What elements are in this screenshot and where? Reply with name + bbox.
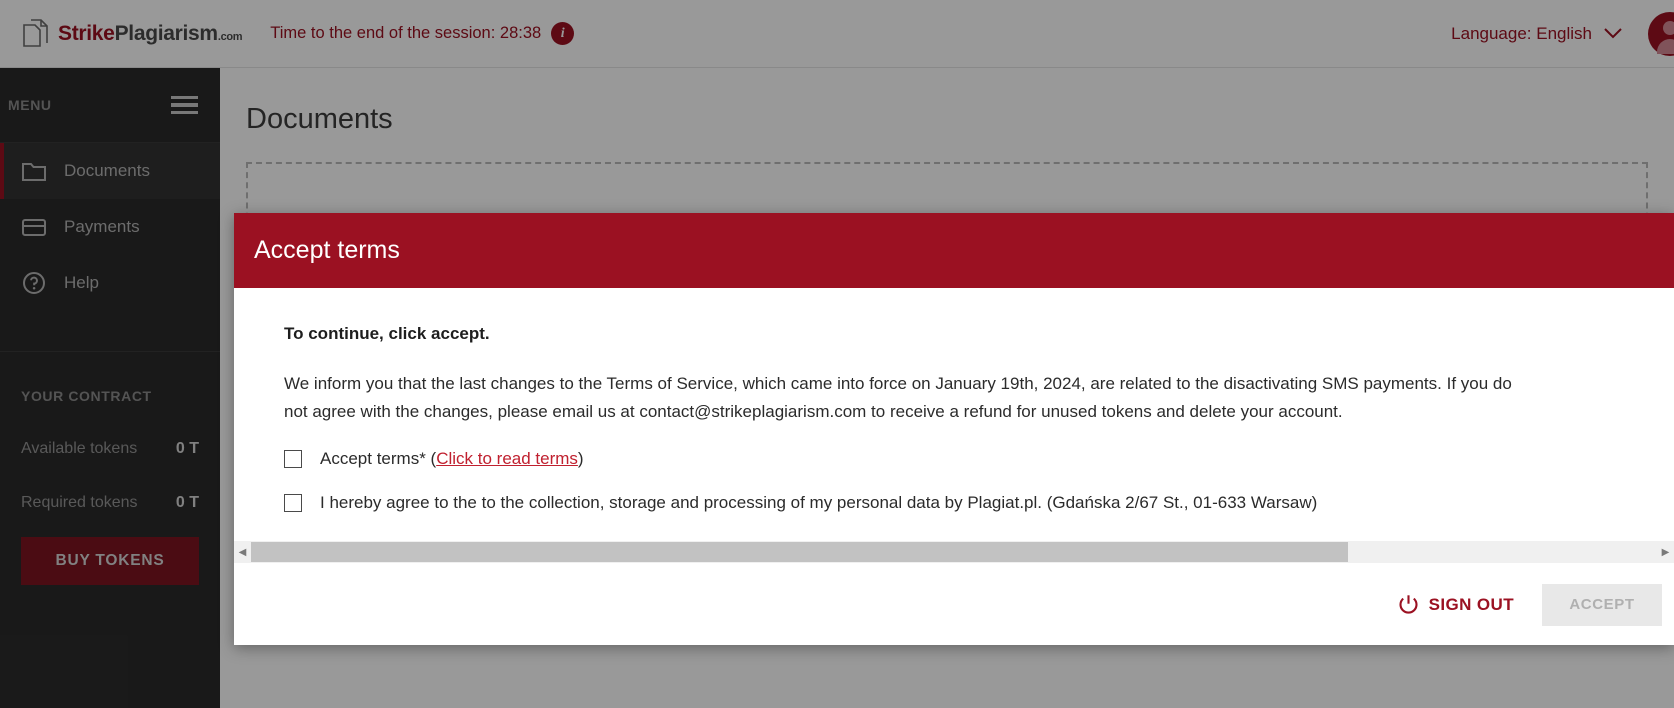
accept-button[interactable]: ACCEPT (1542, 583, 1662, 626)
modal-footer: SIGN OUT ACCEPT (234, 563, 1674, 645)
sign-out-label: SIGN OUT (1428, 594, 1514, 614)
modal-paragraph: We inform you that the last changes to t… (284, 374, 1512, 421)
app-root: StrikePlagiarism.com Time to the end of … (0, 0, 1674, 708)
modal-header: Accept terms (234, 213, 1674, 288)
personal-data-checkbox-row: I hereby agree to the to the collection,… (284, 493, 1624, 513)
accept-terms-label: Accept terms* (Click to read terms) (320, 449, 584, 469)
personal-data-label: I hereby agree to the to the collection,… (320, 493, 1318, 513)
modal-body: To continue, click accept. We inform you… (234, 288, 1674, 563)
personal-data-checkbox[interactable] (284, 494, 302, 513)
scrollbar-thumb[interactable] (251, 542, 1348, 562)
read-terms-link[interactable]: Click to read terms (436, 449, 578, 468)
accept-terms-checkbox-row: Accept terms* (Click to read terms) (284, 449, 1624, 469)
scroll-right-arrow-icon[interactable]: ▶ (1657, 541, 1674, 563)
accept-terms-prefix: Accept terms* ( (320, 449, 437, 469)
power-icon (1399, 595, 1418, 614)
accept-terms-modal: Accept terms To continue, click accept. … (234, 213, 1674, 645)
modal-lead-text: To continue, click accept. (284, 324, 490, 343)
scroll-left-arrow-icon[interactable]: ◀ (234, 541, 251, 563)
scrollbar-track[interactable] (251, 541, 1657, 563)
horizontal-scrollbar[interactable]: ◀ ▶ (234, 541, 1674, 563)
sign-out-button[interactable]: SIGN OUT (1398, 594, 1514, 615)
accept-terms-suffix: ) (577, 449, 584, 469)
modal-title: Accept terms (254, 236, 400, 264)
accept-terms-checkbox[interactable] (284, 450, 302, 469)
